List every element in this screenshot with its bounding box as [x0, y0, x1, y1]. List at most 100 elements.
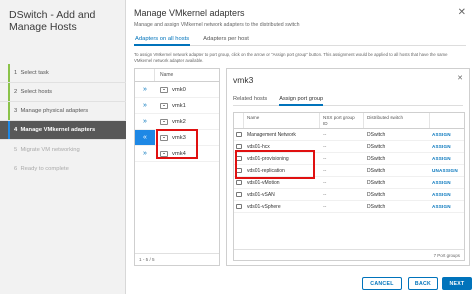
column-header-name[interactable]: Name: [244, 113, 320, 128]
table-row[interactable]: Management Network -- DSwitch ASSIGN: [234, 129, 464, 141]
close-icon[interactable]: ✕: [458, 7, 466, 18]
table-row[interactable]: vds01-vSphere -- DSwitch ASSIGN: [234, 201, 464, 213]
double-chevron-icon[interactable]: »: [135, 146, 155, 161]
port-group-name: vds01-vSAN: [247, 191, 275, 198]
double-chevron-icon[interactable]: »: [135, 82, 155, 97]
step-label: Manage physical adapters: [20, 108, 89, 114]
detail-tabs: Related hosts Assign port group: [233, 95, 463, 106]
table-row[interactable]: » vmk1: [135, 98, 219, 114]
wizard-sidebar: DSwitch - Add and Manage Hosts 1 Select …: [0, 0, 126, 294]
page-title: Manage VMkernel adapters: [134, 8, 245, 18]
highlight-box-vmk-adapters: [156, 129, 198, 159]
distributed-switch: DSwitch: [367, 179, 386, 186]
port-group-icon: [236, 144, 242, 149]
nsx-port-group-id: --: [323, 203, 327, 210]
adapter-name: vmk1: [172, 102, 186, 109]
header-spacer: [135, 69, 155, 81]
port-group-count: 7 Port groups: [433, 253, 460, 258]
nsx-port-group-id: --: [323, 179, 327, 186]
step-select-task[interactable]: 1 Select task: [0, 64, 126, 83]
assign-link[interactable]: ASSIGN: [430, 132, 464, 137]
vmkernel-adapter-list: Name » vmk0 » vmk1 » vmk2 « vmk3 » vmk4 …: [134, 68, 220, 266]
step-ready-to-complete: 6 Ready to complete: [0, 159, 126, 178]
main-content: Manage VMkernel adapters ✕ Manage and as…: [126, 0, 474, 294]
port-group-icon: [236, 192, 242, 197]
next-button[interactable]: NEXT: [442, 277, 472, 290]
header-icon-spacer: [234, 113, 244, 128]
nsx-port-group-id: --: [323, 131, 327, 138]
nsx-port-group-id: --: [323, 167, 327, 174]
port-group-icon: [236, 204, 242, 209]
nic-icon: [160, 86, 168, 93]
port-group-icon-cell: [234, 132, 244, 137]
assign-link[interactable]: ASSIGN: [430, 156, 464, 161]
detail-title: vmk3: [233, 75, 254, 85]
column-header-name[interactable]: Name: [155, 72, 173, 78]
step-label: Manage VMkernel adapters: [20, 127, 96, 133]
double-chevron-icon[interactable]: »: [135, 114, 155, 129]
step-migrate-vm-networking: 5 Migrate VM networking: [0, 140, 126, 159]
step-label: Migrate VM networking: [20, 146, 80, 153]
distributed-switch: DSwitch: [367, 203, 386, 210]
unassign-link[interactable]: UNASSIGN: [430, 168, 464, 173]
port-group-icon-cell: [234, 144, 244, 149]
distributed-switch: DSwitch: [367, 167, 386, 174]
wizard-steps: 1 Select task 2 Select hosts 3 Manage ph…: [0, 64, 126, 178]
page-subtitle: Manage and assign VMkernel network adapt…: [134, 22, 300, 28]
table-row[interactable]: vds01-vSAN -- DSwitch ASSIGN: [234, 189, 464, 201]
cancel-button[interactable]: CANCEL: [362, 277, 402, 290]
close-icon[interactable]: ✕: [457, 74, 463, 82]
double-chevron-icon[interactable]: «: [135, 130, 155, 145]
step-select-hosts[interactable]: 2 Select hosts: [0, 83, 126, 102]
view-tabs: Adapters on all hosts Adapters per host: [134, 34, 466, 46]
port-group-icon: [236, 180, 242, 185]
port-group-name: vds01-vMotion: [247, 179, 280, 186]
table-header: Name NSX port group ID Distributed switc…: [234, 113, 464, 129]
tab-assign-port-group[interactable]: Assign port group: [279, 95, 324, 106]
nsx-port-group-id: --: [323, 191, 327, 198]
step-number: 5: [14, 146, 18, 153]
adapter-name: vmk0: [172, 86, 186, 93]
step-label: Ready to complete: [20, 165, 69, 172]
port-group-name: Management Network: [247, 131, 296, 138]
wizard-title: DSwitch - Add and Manage Hosts: [9, 9, 96, 33]
nsx-port-group-id: --: [323, 143, 327, 150]
port-group-icon-cell: [234, 204, 244, 209]
port-group-name: vds01-hcx: [247, 143, 270, 150]
assign-link[interactable]: ASSIGN: [430, 204, 464, 209]
nsx-port-group-id: --: [323, 155, 327, 162]
double-chevron-icon[interactable]: »: [135, 98, 155, 113]
table-header: Name: [135, 69, 219, 82]
step-number: 6: [14, 165, 18, 172]
step-label: Select hosts: [20, 89, 53, 95]
port-group-icon: [236, 132, 242, 137]
step-number: 3: [14, 108, 18, 114]
tab-related-hosts[interactable]: Related hosts: [233, 95, 267, 106]
table-row[interactable]: » vmk2: [135, 114, 219, 130]
step-number: 2: [14, 89, 18, 95]
assign-link[interactable]: ASSIGN: [430, 192, 464, 197]
back-button[interactable]: BACK: [408, 277, 438, 290]
assign-link[interactable]: ASSIGN: [430, 144, 464, 149]
highlight-box-port-groups: [235, 150, 315, 179]
column-header-nsx-port-group-id[interactable]: NSX port group ID: [320, 113, 364, 128]
column-header-distributed-switch[interactable]: Distributed switch: [364, 113, 430, 128]
nic-icon: [160, 118, 168, 125]
assign-link[interactable]: ASSIGN: [430, 180, 464, 185]
port-group-icon-cell: [234, 192, 244, 197]
distributed-switch: DSwitch: [367, 155, 386, 162]
tab-adapters-on-all-hosts[interactable]: Adapters on all hosts: [134, 34, 191, 46]
step-number: 1: [14, 70, 18, 76]
instructions-text: To assign VMkernel network adapter to po…: [134, 52, 448, 63]
column-header-action: [430, 113, 464, 128]
step-manage-physical-adapters[interactable]: 3 Manage physical adapters: [0, 102, 126, 121]
step-manage-vmkernel-adapters[interactable]: 4 Manage VMkernel adapters: [0, 121, 126, 140]
table-footer: 1 - 5 / 5: [135, 253, 219, 265]
port-group-icon-cell: [234, 180, 244, 185]
step-label: Select task: [20, 70, 49, 76]
adapter-name: vmk2: [172, 118, 186, 125]
tab-adapters-per-host[interactable]: Adapters per host: [202, 34, 250, 46]
table-row[interactable]: » vmk0: [135, 82, 219, 98]
nic-icon: [160, 102, 168, 109]
port-group-table: Name NSX port group ID Distributed switc…: [233, 112, 465, 261]
